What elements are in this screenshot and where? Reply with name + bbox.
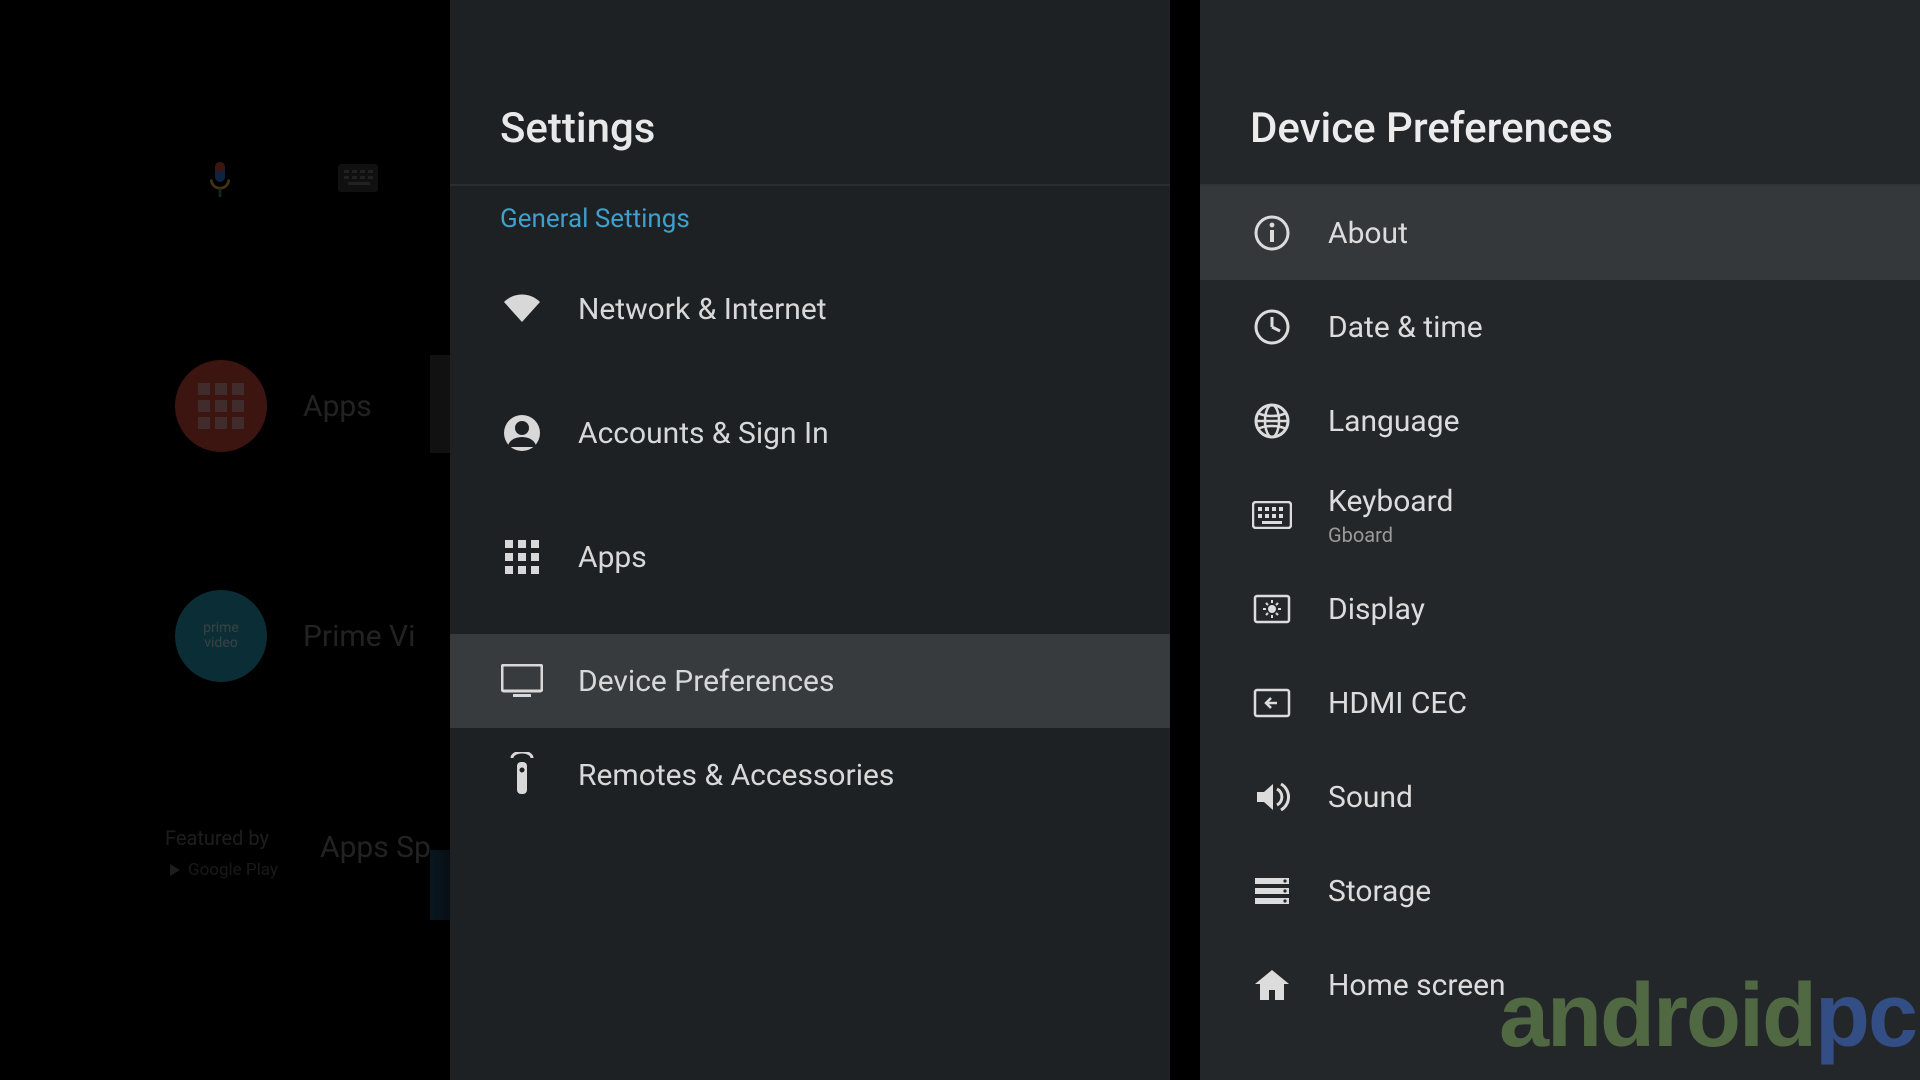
background-tile-edge-2 [430,355,450,453]
keyboard-icon [1250,501,1294,529]
storage-icon [1250,876,1294,906]
speaker-icon [1250,780,1294,814]
clock-icon [1250,308,1294,346]
launcher-background: Apps primevideo Prime Vi Featured by Goo… [0,0,450,1080]
prefs-item-label: Keyboard [1328,484,1453,519]
settings-title: Settings [500,104,655,153]
settings-item-remotes[interactable]: Remotes & Accessories [450,728,1170,822]
prefs-item-label: Home screen [1328,968,1506,1003]
device-preferences-title: Device Preferences [1250,104,1613,153]
settings-divider [450,184,1170,186]
settings-item-label: Accounts & Sign In [578,416,829,451]
prefs-item-hdmi-cec[interactable]: HDMI CEC [1200,656,1920,750]
apps-grid-icon [500,540,544,574]
prefs-item-keyboard[interactable]: Keyboard Gboard [1200,468,1920,562]
settings-section-label: General Settings [500,204,690,234]
wifi-icon [500,294,544,324]
prefs-item-label: HDMI CEC [1328,686,1467,721]
prefs-item-storage[interactable]: Storage [1200,844,1920,938]
device-preferences-panel: Device Preferences About Date & time Lan… [1200,0,1920,1080]
settings-panel: Settings General Settings Network & Inte… [450,0,1170,1080]
prefs-item-label: Sound [1328,780,1413,815]
settings-item-network[interactable]: Network & Internet [450,262,1170,356]
tv-icon [500,664,544,698]
account-icon [500,413,544,453]
prefs-item-label: About [1328,216,1408,251]
prefs-item-label: Language [1328,404,1460,439]
prefs-item-language[interactable]: Language [1200,374,1920,468]
prefs-item-about[interactable]: About [1200,186,1920,280]
settings-item-apps[interactable]: Apps [450,510,1170,604]
settings-item-accounts[interactable]: Accounts & Sign In [450,386,1170,480]
prefs-item-label: Storage [1328,874,1431,909]
globe-icon [1250,402,1294,440]
info-icon [1250,214,1294,252]
home-icon [1250,968,1294,1002]
launcher-dim-overlay [0,0,450,1080]
prefs-item-sound[interactable]: Sound [1200,750,1920,844]
remote-icon [500,752,544,798]
prefs-item-sublabel: Gboard [1328,523,1453,547]
display-brightness-icon [1250,594,1294,624]
prefs-item-home-screen[interactable]: Home screen [1200,938,1920,1032]
settings-item-label: Device Preferences [578,664,834,699]
prefs-item-date-time[interactable]: Date & time [1200,280,1920,374]
prefs-item-label: Display [1328,592,1425,627]
settings-item-label: Network & Internet [578,292,827,327]
prefs-item-display[interactable]: Display [1200,562,1920,656]
hdmi-input-icon [1250,688,1294,718]
background-tile-edge [430,850,450,920]
settings-item-label: Apps [578,540,647,575]
prefs-item-label: Date & time [1328,310,1483,345]
settings-item-label: Remotes & Accessories [578,758,894,793]
settings-item-device-preferences[interactable]: Device Preferences [450,634,1170,728]
